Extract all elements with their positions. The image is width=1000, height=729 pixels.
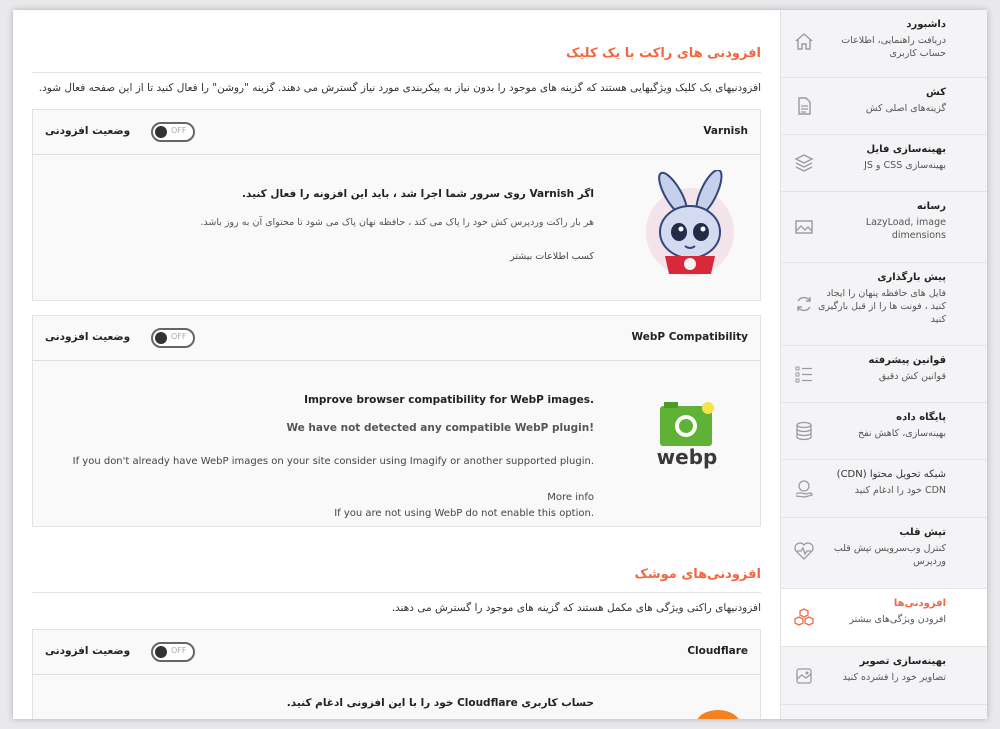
sidebar-item-label: افزودنی‌ها	[893, 598, 946, 609]
cloudflare-toggle[interactable]: OFF	[151, 642, 195, 662]
addon-description: If you don't already have WebP images on…	[72, 456, 594, 467]
heartbeat-icon	[793, 540, 815, 562]
webp-logo-text: webp	[656, 445, 718, 469]
cubes-icon	[793, 607, 815, 629]
varnish-bunny-illustration	[635, 168, 745, 282]
sidebar-item-database[interactable]: پایگاه داده بهینه‌سازی، کاهش نفخ	[781, 403, 987, 460]
section-divider	[32, 72, 761, 73]
sidebar-item-label: شبکه تحویل محتوا (CDN)	[836, 469, 946, 480]
sidebar-item-media[interactable]: رسانه LazyLoad, image dimensions	[781, 192, 987, 263]
section-description-one-click: افزودنیهای یک کلیک ویژگیهایی هستند که گز…	[38, 82, 761, 94]
toggle-knob	[155, 646, 167, 658]
sidebar-item-sub: گزینه‌های اصلی کش	[865, 103, 946, 114]
toggle-knob	[155, 332, 167, 344]
sidebar-item-sub: قوانین کش دقیق	[878, 371, 946, 382]
image-compress-icon	[793, 665, 815, 687]
addon-status-label: وضعیت افزودنی	[45, 331, 131, 343]
sidebar-item-dashboard[interactable]: داشبورد دریافت راهنمایی، اطلاعات حساب کا…	[781, 10, 987, 78]
sidebar-item-label: کش	[926, 87, 946, 98]
varnish-toggle[interactable]: OFF	[151, 122, 195, 142]
sidebar-item-label: بهینه‌سازی تصویر	[859, 656, 946, 667]
webp-logo: webp	[652, 400, 722, 475]
webp-toggle[interactable]: OFF	[151, 328, 195, 348]
layers-icon	[793, 152, 815, 174]
addon-headline: حساب کاربری Cloudflare خود را با این افز…	[286, 697, 594, 709]
section-title-rocket-addons: افزودنی‌های موشک	[634, 567, 761, 582]
webp-warning: We have not detected any compatible WebP…	[286, 422, 594, 434]
sidebar-item-label: داشبورد	[906, 19, 946, 30]
main-content: افزودنی های راکت با یک کلیک افزودنیهای ی…	[32, 10, 761, 719]
addon-headline: اگر Varnish روی سرور شما اجرا شد ، باید …	[242, 188, 594, 200]
sidebar-item-cache[interactable]: کش گزینه‌های اصلی کش	[781, 78, 987, 135]
more-info-link[interactable]: More info	[547, 492, 594, 503]
sidebar-item-label: قوانین پیشرفته	[868, 355, 947, 366]
sidebar-item-sub: بهینه‌سازی، کاهش نفخ	[858, 428, 946, 439]
addon-name: Varnish	[703, 125, 748, 137]
addon-description: هر بار راکت وردپرس کش خود را پاک می کند …	[200, 217, 594, 228]
home-icon	[793, 30, 815, 52]
addon-card-header: WebP Compatibility OFF وضعیت افزودنی	[33, 316, 760, 361]
sidebar-item-addons[interactable]: افزودنی‌ها افزودن ویژگی‌های بیشتر	[781, 589, 987, 647]
addon-card-varnish: Varnish OFF وضعیت افزودنی اگر Varnish رو…	[32, 109, 761, 301]
sidebar-item-sub: فایل های حافظه پنهان را ایجاد کنید ، فون…	[817, 288, 946, 325]
toggle-state-label: OFF	[171, 646, 187, 655]
addon-card-webp: WebP Compatibility OFF وضعیت افزودنی web…	[32, 315, 761, 527]
webp-note: If you are not using WebP do not enable …	[334, 508, 594, 519]
section-divider	[32, 592, 761, 593]
sidebar-item-file-optimization[interactable]: بهینه‌سازی فایل بهینه‌سازی CSS و JS	[781, 135, 987, 192]
sidebar-item-sub: افزودن ویژگی‌های بیشتر	[849, 614, 946, 625]
addon-card-header: Cloudflare OFF وضعیت افزودنی	[33, 630, 760, 675]
sidebar-item-label: پایگاه داده	[896, 412, 946, 423]
sidebar-item-label: پیش بارگذاری	[877, 272, 946, 283]
addon-name: Cloudflare	[687, 645, 748, 657]
sidebar-item-sub: CDN خود را ادغام کنید	[854, 485, 946, 496]
image-icon	[793, 216, 815, 238]
cdn-hand-icon	[793, 478, 815, 500]
addon-name: WebP Compatibility	[631, 331, 748, 343]
addon-card-cloudflare: Cloudflare OFF وضعیت افزودنی حساب کاربری…	[32, 629, 761, 719]
sidebar-item-image-optimization[interactable]: بهینه‌سازی تصویر تصاویر خود را فشرده کنی…	[781, 647, 987, 705]
sidebar-item-label: تپش قلب	[899, 527, 946, 538]
sidebar-item-cdn[interactable]: شبکه تحویل محتوا (CDN) CDN خود را ادغام …	[781, 460, 987, 518]
sidebar-item-label: بهینه‌سازی فایل	[866, 144, 946, 155]
sidebar-item-preload[interactable]: پیش بارگذاری فایل های حافظه پنهان را ایج…	[781, 263, 987, 346]
toggle-knob	[155, 126, 167, 138]
toggle-state-label: OFF	[171, 332, 187, 341]
sidebar-item-advanced-rules[interactable]: قوانین پیشرفته قوانین کش دقیق	[781, 346, 987, 403]
addon-status-label: وضعیت افزودنی	[45, 645, 131, 657]
sidebar-item-sub: تصاویر خود را فشرده کنید	[842, 672, 946, 683]
app-window: افزودنی های راکت با یک کلیک افزودنیهای ی…	[13, 10, 987, 719]
list-icon	[793, 363, 815, 385]
sidebar-item-heartbeat[interactable]: تپش قلب کنترل وب‌سرویس تپش قلب وردپرس	[781, 518, 987, 589]
cloudflare-logo	[682, 702, 746, 719]
database-icon	[793, 420, 815, 442]
refresh-icon	[793, 293, 815, 315]
learn-more-link[interactable]: کسب اطلاعات بیشتر	[510, 251, 594, 262]
file-icon	[793, 95, 815, 117]
section-title-one-click: افزودنی های راکت با یک کلیک	[566, 46, 761, 61]
section-description-rocket-addons: افزودنیهای راکتی ویژگی های مکمل هستند که…	[391, 602, 761, 614]
toggle-state-label: OFF	[171, 126, 187, 135]
sidebar-item-sub: کنترل وب‌سرویس تپش قلب وردپرس	[833, 543, 946, 567]
sidebar-item-label: رسانه	[916, 201, 946, 212]
sidebar-item-sub: دریافت راهنمایی، اطلاعات حساب کاربری	[841, 35, 946, 59]
addon-card-header: Varnish OFF وضعیت افزودنی	[33, 110, 760, 155]
addon-status-label: وضعیت افزودنی	[45, 125, 131, 137]
sidebar-item-sub: بهینه‌سازی CSS و JS	[864, 160, 946, 171]
addon-headline: Improve browser compatibility for WebP i…	[304, 394, 594, 406]
sidebar-nav: داشبورد دریافت راهنمایی، اطلاعات حساب کا…	[780, 10, 987, 719]
sidebar-item-sub: LazyLoad, image dimensions	[865, 217, 946, 241]
